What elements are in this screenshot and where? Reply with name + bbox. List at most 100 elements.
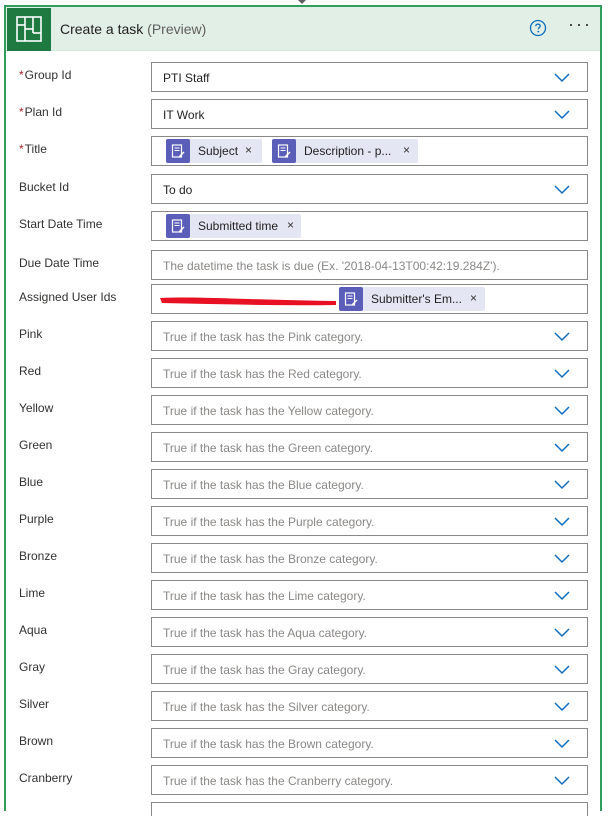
plan-id-value: IT Work bbox=[163, 108, 205, 122]
category-placeholder: True if the task has the Brown category. bbox=[163, 737, 374, 751]
category-placeholder: True if the task has the Cranberry categ… bbox=[163, 774, 394, 788]
bucket-id-value: To do bbox=[163, 183, 193, 197]
category-label: Purple bbox=[19, 512, 54, 526]
remove-token-icon[interactable]: × bbox=[403, 143, 410, 157]
chevron-down-icon[interactable] bbox=[554, 110, 570, 120]
row-start-date-time: Start Date Time Submitted time × bbox=[6, 211, 600, 248]
row-category-red: Red True if the task has the Red categor… bbox=[6, 358, 600, 395]
category-pink-dropdown[interactable]: True if the task has the Pink category. bbox=[151, 321, 588, 351]
chevron-down-icon[interactable] bbox=[554, 665, 570, 675]
card-title: Create a task (Preview) bbox=[60, 21, 206, 37]
assigned-user-ids-label: Assigned User Ids bbox=[19, 290, 117, 304]
category-blue-dropdown[interactable]: True if the task has the Blue category. bbox=[151, 469, 588, 499]
chevron-down-icon[interactable] bbox=[554, 702, 570, 712]
chevron-down-icon[interactable] bbox=[554, 591, 570, 601]
create-task-card: Create a task (Preview) ··· *Group Id PT… bbox=[4, 5, 602, 816]
plan-id-dropdown[interactable]: IT Work bbox=[151, 99, 588, 129]
title-input[interactable]: Subject × Description - p... × bbox=[151, 136, 588, 166]
group-id-value: PTI Staff bbox=[163, 71, 210, 85]
row-category-lime: Lime True if the task has the Lime categ… bbox=[6, 580, 600, 617]
group-id-label-text: Group Id bbox=[24, 68, 72, 82]
category-label: Aqua bbox=[19, 623, 48, 637]
due-date-time-input[interactable]: The datetime the task is due (Ex. '2018-… bbox=[151, 250, 588, 280]
chevron-down-icon[interactable] bbox=[554, 369, 570, 379]
row-title: *Title Subject × Description - p... × bbox=[6, 136, 600, 173]
bucket-id-dropdown[interactable]: To do bbox=[151, 174, 588, 204]
chevron-down-icon[interactable] bbox=[554, 443, 570, 453]
chevron-down-icon[interactable] bbox=[554, 480, 570, 490]
category-placeholder: True if the task has the Pink category. bbox=[163, 330, 364, 344]
chevron-down-icon[interactable] bbox=[554, 739, 570, 749]
category-label: Brown bbox=[19, 734, 54, 748]
chevron-down-icon[interactable] bbox=[554, 406, 570, 416]
more-options-ellipsis-icon[interactable]: ··· bbox=[568, 15, 590, 37]
category-bronze-dropdown[interactable]: True if the task has the Bronze category… bbox=[151, 543, 588, 573]
category-green-dropdown[interactable]: True if the task has the Green category. bbox=[151, 432, 588, 462]
due-date-time-label: Due Date Time bbox=[19, 256, 100, 270]
dynamic-token-description[interactable]: Description - p... × bbox=[272, 139, 418, 163]
row-category-gray: Gray True if the task has the Gray categ… bbox=[6, 654, 600, 691]
row-category-aqua: Aqua True if the task has the Aqua categ… bbox=[6, 617, 600, 654]
category-aqua-dropdown[interactable]: True if the task has the Aqua category. bbox=[151, 617, 588, 647]
chevron-down-icon[interactable] bbox=[554, 73, 570, 83]
row-next-partial bbox=[6, 802, 600, 816]
category-label: Yellow bbox=[19, 401, 54, 415]
chevron-down-icon[interactable] bbox=[554, 554, 570, 564]
chevron-down-icon[interactable] bbox=[554, 517, 570, 527]
chevron-down-icon[interactable] bbox=[554, 628, 570, 638]
category-label: Silver bbox=[19, 697, 50, 711]
dynamic-token-submitter-email[interactable]: Submitter's Em... × bbox=[339, 287, 485, 311]
start-date-time-label: Start Date Time bbox=[19, 217, 103, 231]
dynamic-token-submitted-time[interactable]: Submitted time × bbox=[166, 214, 301, 238]
remove-token-icon[interactable]: × bbox=[245, 143, 252, 157]
group-id-dropdown[interactable]: PTI Staff bbox=[151, 62, 588, 92]
remove-token-icon[interactable]: × bbox=[470, 291, 477, 305]
token-label: Submitted time bbox=[198, 219, 279, 233]
category-placeholder: True if the task has the Aqua category. bbox=[163, 626, 368, 640]
chevron-down-icon[interactable] bbox=[554, 332, 570, 342]
title-label: *Title bbox=[19, 142, 47, 156]
category-brown-dropdown[interactable]: True if the task has the Brown category. bbox=[151, 728, 588, 758]
required-marker: * bbox=[19, 68, 24, 82]
category-label: Lime bbox=[19, 586, 46, 600]
help-circle-icon[interactable] bbox=[529, 19, 547, 37]
category-gray-dropdown[interactable]: True if the task has the Gray category. bbox=[151, 654, 588, 684]
category-placeholder: True if the task has the Blue category. bbox=[163, 478, 364, 492]
row-bucket-id: Bucket Id To do bbox=[6, 174, 600, 211]
card-title-suffix: (Preview) bbox=[147, 21, 207, 37]
remove-token-icon[interactable]: × bbox=[287, 218, 294, 232]
card-header[interactable]: Create a task (Preview) ··· bbox=[6, 7, 600, 51]
row-assigned-user-ids: Assigned User Ids Submitter's Em... × bbox=[6, 284, 600, 321]
group-id-label: *Group Id bbox=[19, 68, 71, 82]
chevron-down-icon[interactable] bbox=[554, 185, 570, 195]
bucket-id-label: Bucket Id bbox=[19, 180, 70, 194]
plan-id-label: *Plan Id bbox=[19, 105, 62, 119]
category-label: Red bbox=[19, 364, 42, 378]
assigned-user-ids-input[interactable]: Submitter's Em... × bbox=[151, 284, 588, 314]
category-yellow-dropdown[interactable]: True if the task has the Yellow category… bbox=[151, 395, 588, 425]
row-category-blue: Blue True if the task has the Blue categ… bbox=[6, 469, 600, 506]
dynamic-token-subject[interactable]: Subject × bbox=[166, 139, 262, 163]
required-marker: * bbox=[19, 142, 24, 156]
card-title-text: Create a task bbox=[60, 21, 144, 37]
row-due-date-time: Due Date Time The datetime the task is d… bbox=[6, 250, 600, 287]
row-category-pink: Pink True if the task has the Pink categ… bbox=[6, 321, 600, 358]
form-content-icon bbox=[166, 214, 190, 238]
start-date-time-input[interactable]: Submitted time × bbox=[151, 211, 588, 241]
category-red-dropdown[interactable]: True if the task has the Red category. bbox=[151, 358, 588, 388]
category-cranberry-dropdown[interactable]: True if the task has the Cranberry categ… bbox=[151, 765, 588, 795]
category-lime-dropdown[interactable]: True if the task has the Lime category. bbox=[151, 580, 588, 610]
row-category-purple: Purple True if the task has the Purple c… bbox=[6, 506, 600, 543]
category-label: Gray bbox=[19, 660, 46, 674]
category-placeholder: True if the task has the Yellow category… bbox=[163, 404, 374, 418]
category-purple-dropdown[interactable]: True if the task has the Purple category… bbox=[151, 506, 588, 536]
category-label: Cranberry bbox=[19, 771, 73, 785]
category-label: Blue bbox=[19, 475, 44, 489]
chevron-down-icon[interactable] bbox=[554, 776, 570, 786]
category-silver-dropdown[interactable]: True if the task has the Silver category… bbox=[151, 691, 588, 721]
row-category-green: Green True if the task has the Green cat… bbox=[6, 432, 600, 469]
row-plan-id: *Plan Id IT Work bbox=[6, 99, 600, 136]
next-field-partial[interactable] bbox=[151, 802, 588, 816]
category-placeholder: True if the task has the Green category. bbox=[163, 441, 374, 455]
form-content-icon bbox=[272, 139, 296, 163]
